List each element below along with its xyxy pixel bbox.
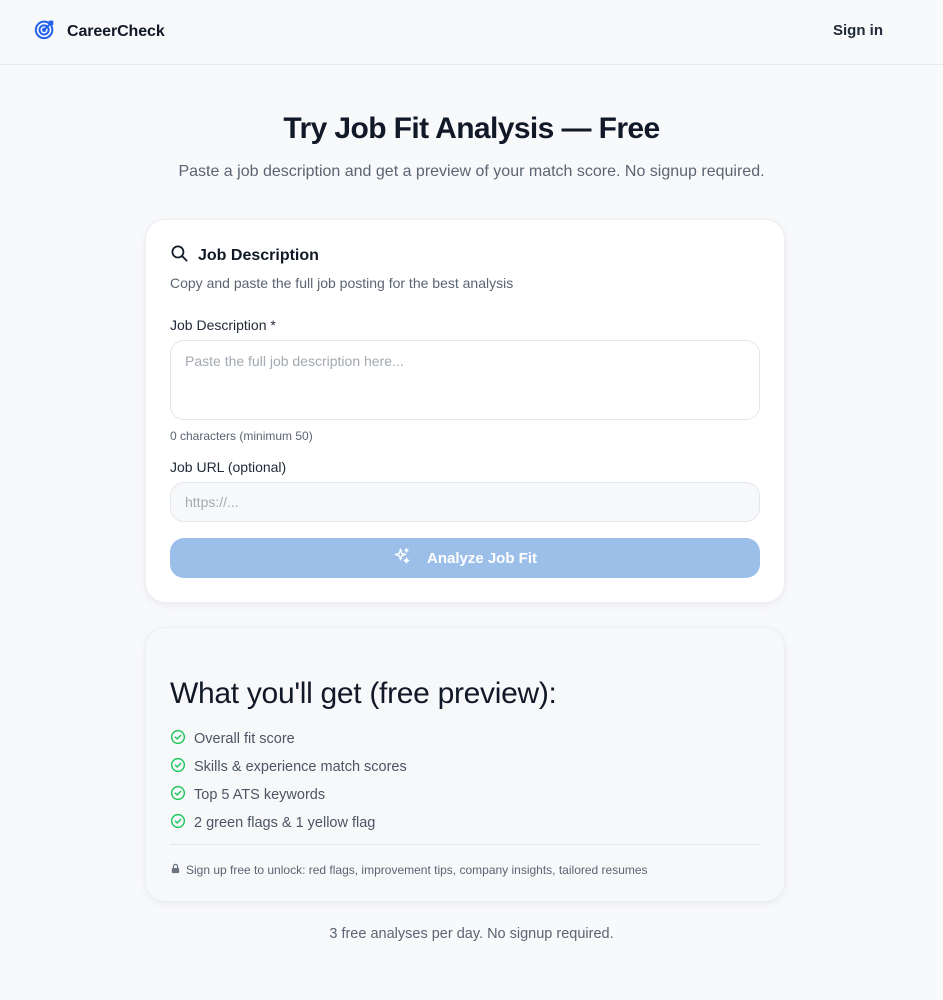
- page-title: Try Job Fit Analysis — Free: [283, 112, 660, 145]
- check-circle-icon: [170, 813, 194, 834]
- check-circle-icon: [170, 785, 194, 806]
- job-description-label: Job Description *: [170, 317, 276, 333]
- preview-card-title: What you'll get (free preview):: [170, 677, 557, 710]
- sign-in-link[interactable]: Sign in: [828, 18, 888, 42]
- feature-text: Top 5 ATS keywords: [194, 787, 326, 803]
- free-preview-card: What you'll get (free preview): Overall …: [145, 627, 785, 902]
- analyze-button-label: Analyze Job Fit: [426, 549, 538, 567]
- feature-text: 2 green flags & 1 yellow flag: [194, 815, 376, 831]
- sparkles-icon: [393, 547, 427, 569]
- brand-name: CareerCheck: [67, 22, 165, 40]
- brand-logo[interactable]: CareerCheck: [34, 18, 165, 45]
- unlock-note: Sign up free to unlock: red flags, impro…: [170, 861, 648, 879]
- feature-list: Overall fit score Skills & experience ma…: [170, 725, 407, 837]
- unlock-text: Sign up free to unlock: red flags, impro…: [186, 863, 648, 877]
- card-header: Job Description: [170, 244, 319, 268]
- usage-limit-note: 3 free analyses per day. No signup requi…: [329, 926, 614, 942]
- job-description-card: Job Description Copy and paste the full …: [145, 219, 785, 603]
- feature-text: Skills & experience match scores: [194, 759, 407, 775]
- card-title: Job Description: [198, 247, 319, 264]
- analyze-job-fit-button[interactable]: Analyze Job Fit: [170, 538, 760, 578]
- top-nav-bar: CareerCheck Sign in: [0, 0, 943, 65]
- target-icon: [34, 18, 56, 45]
- list-item: Top 5 ATS keywords: [170, 781, 407, 809]
- page-subtitle: Paste a job description and get a previe…: [178, 163, 765, 180]
- check-circle-icon: [170, 757, 194, 778]
- divider: [170, 844, 760, 845]
- job-description-textarea[interactable]: [170, 340, 760, 420]
- feature-text: Overall fit score: [194, 731, 295, 747]
- search-icon: [170, 244, 189, 268]
- list-item: Overall fit score: [170, 725, 407, 753]
- card-description: Copy and paste the full job posting for …: [170, 275, 514, 291]
- job-url-input[interactable]: [170, 482, 760, 522]
- list-item: Skills & experience match scores: [170, 753, 407, 781]
- lock-icon: [170, 861, 186, 879]
- job-url-label: Job URL (optional): [170, 459, 287, 475]
- check-circle-icon: [170, 729, 194, 750]
- list-item: 2 green flags & 1 yellow flag: [170, 809, 407, 837]
- character-count: 0 characters (minimum 50): [170, 429, 313, 443]
